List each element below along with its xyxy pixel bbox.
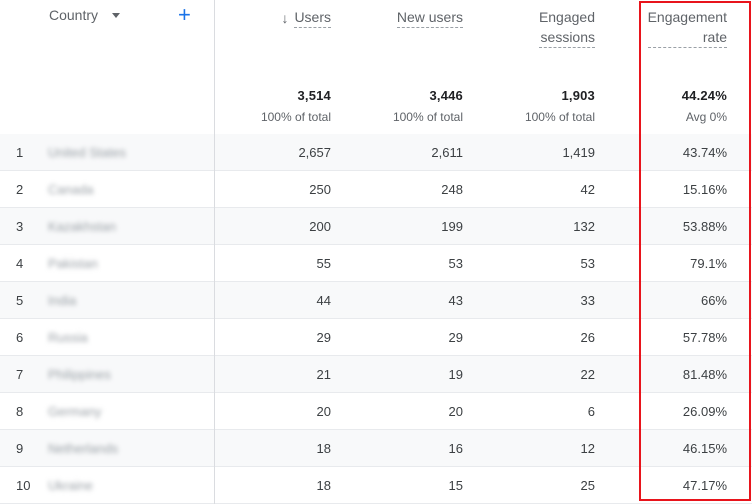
arrow-down-icon: ↓ <box>281 9 289 26</box>
engagement-rate-total-sub: Avg 0% <box>685 110 727 124</box>
engagement-rate-column-header[interactable]: Engagement rate <box>637 7 727 48</box>
users-cell: 18 <box>316 441 331 456</box>
country-name[interactable]: Canada <box>48 182 94 197</box>
country-name[interactable]: Ukraine <box>48 478 93 493</box>
country-header-label: Country <box>49 7 99 23</box>
new-users-cell: 16 <box>448 441 463 456</box>
users-cell: 55 <box>316 256 331 271</box>
row-number: 4 <box>16 256 24 271</box>
country-name[interactable]: Philippines <box>48 367 111 382</box>
table-row[interactable]: 3 Kazakhstan 200 199 132 53.88% <box>0 208 752 245</box>
country-name[interactable]: India <box>48 293 76 308</box>
table-row[interactable]: 7 Philippines 21 19 22 81.48% <box>0 356 752 393</box>
users-header-label: Users <box>294 7 331 28</box>
row-number: 6 <box>16 330 24 345</box>
table-row[interactable]: 6 Russia 29 29 26 57.78% <box>0 319 752 356</box>
chevron-down-icon[interactable] <box>112 12 121 18</box>
engagement-rate-cell: 43.74% <box>682 145 727 160</box>
row-number: 8 <box>16 404 24 419</box>
users-cell: 2,657 <box>298 145 331 160</box>
users-cell: 20 <box>316 404 331 419</box>
new-users-cell: 19 <box>448 367 463 382</box>
table-row[interactable]: 2 Canada 250 248 42 15.16% <box>0 171 752 208</box>
engaged-sessions-cell: 22 <box>580 367 595 382</box>
row-number: 10 <box>16 478 31 493</box>
table-row[interactable]: 1 United States 2,657 2,611 1,419 43.74% <box>0 134 752 171</box>
row-number: 9 <box>16 441 24 456</box>
table-row[interactable]: 4 Pakistan 55 53 53 79.1% <box>0 245 752 282</box>
engagement-rate-header-label: Engagement rate <box>647 7 727 48</box>
country-name[interactable]: Pakistan <box>48 256 98 271</box>
country-name[interactable]: Netherlands <box>48 441 118 456</box>
engagement-rate-cell: 79.1% <box>690 256 727 271</box>
engagement-rate-cell: 53.88% <box>682 219 727 234</box>
engagement-rate-cell: 66% <box>700 293 727 308</box>
engagement-rate-total: 44.24% <box>681 88 727 103</box>
country-dimension-selector[interactable]: Country <box>49 7 121 23</box>
new-users-header-label: New users <box>396 7 463 28</box>
add-dimension-button[interactable]: + <box>178 3 191 27</box>
users-cell: 18 <box>316 478 331 493</box>
table-row[interactable]: 8 Germany 20 20 6 26.09% <box>0 393 752 430</box>
new-users-cell: 43 <box>448 293 463 308</box>
users-cell: 200 <box>309 219 331 234</box>
engagement-rate-cell: 46.15% <box>682 441 727 456</box>
new-users-cell: 20 <box>448 404 463 419</box>
country-name[interactable]: Russia <box>48 330 88 345</box>
new-users-cell: 29 <box>448 330 463 345</box>
new-users-cell: 199 <box>441 219 463 234</box>
column-divider <box>214 0 215 504</box>
country-report-table: Country + ↓ Users New users Engaged sess… <box>0 0 752 504</box>
users-cell: 29 <box>316 330 331 345</box>
country-name[interactable]: Kazakhstan <box>48 219 116 234</box>
users-total-sub: 100% of total <box>260 110 331 124</box>
engaged-sessions-cell: 33 <box>580 293 595 308</box>
table-row[interactable]: 5 India 44 43 33 66% <box>0 282 752 319</box>
row-number: 5 <box>16 293 24 308</box>
engaged-sessions-cell: 6 <box>587 404 595 419</box>
users-cell: 250 <box>309 182 331 197</box>
engaged-sessions-cell: 42 <box>580 182 595 197</box>
users-total: 3,514 <box>297 88 331 103</box>
table-row[interactable]: 10 Ukraine 18 15 25 47.17% <box>0 467 752 504</box>
engaged-sessions-cell: 12 <box>580 441 595 456</box>
table-row[interactable]: 9 Netherlands 18 16 12 46.15% <box>0 430 752 467</box>
users-column-header[interactable]: ↓ Users <box>281 7 331 28</box>
new-users-total-sub: 100% of total <box>392 110 463 124</box>
engaged-sessions-cell: 132 <box>573 219 595 234</box>
engagement-rate-cell: 81.48% <box>682 367 727 382</box>
engagement-rate-cell: 57.78% <box>682 330 727 345</box>
country-name[interactable]: United States <box>48 145 126 160</box>
row-number: 2 <box>16 182 24 197</box>
engaged-sessions-cell: 25 <box>580 478 595 493</box>
engagement-rate-cell: 26.09% <box>682 404 727 419</box>
new-users-cell: 15 <box>448 478 463 493</box>
row-number: 1 <box>16 145 24 160</box>
new-users-cell: 2,611 <box>431 145 463 160</box>
engagement-rate-cell: 47.17% <box>682 478 727 493</box>
engagement-rate-cell: 15.16% <box>682 182 727 197</box>
country-name[interactable]: Germany <box>48 404 101 419</box>
new-users-cell: 248 <box>441 182 463 197</box>
table-header: Country + ↓ Users New users Engaged sess… <box>0 0 752 135</box>
engaged-sessions-cell: 53 <box>580 256 595 271</box>
engaged-sessions-column-header[interactable]: Engaged sessions <box>515 7 595 48</box>
new-users-cell: 53 <box>448 256 463 271</box>
engaged-sessions-cell: 26 <box>580 330 595 345</box>
row-number: 3 <box>16 219 24 234</box>
engaged-sessions-total-sub: 100% of total <box>524 110 595 124</box>
engaged-sessions-cell: 1,419 <box>562 145 595 160</box>
new-users-total: 3,446 <box>429 88 463 103</box>
new-users-column-header[interactable]: New users <box>396 7 463 28</box>
row-number: 7 <box>16 367 24 382</box>
users-cell: 21 <box>316 367 331 382</box>
engaged-sessions-total: 1,903 <box>561 88 595 103</box>
engaged-sessions-header-label: Engaged sessions <box>538 7 595 48</box>
users-cell: 44 <box>316 293 331 308</box>
